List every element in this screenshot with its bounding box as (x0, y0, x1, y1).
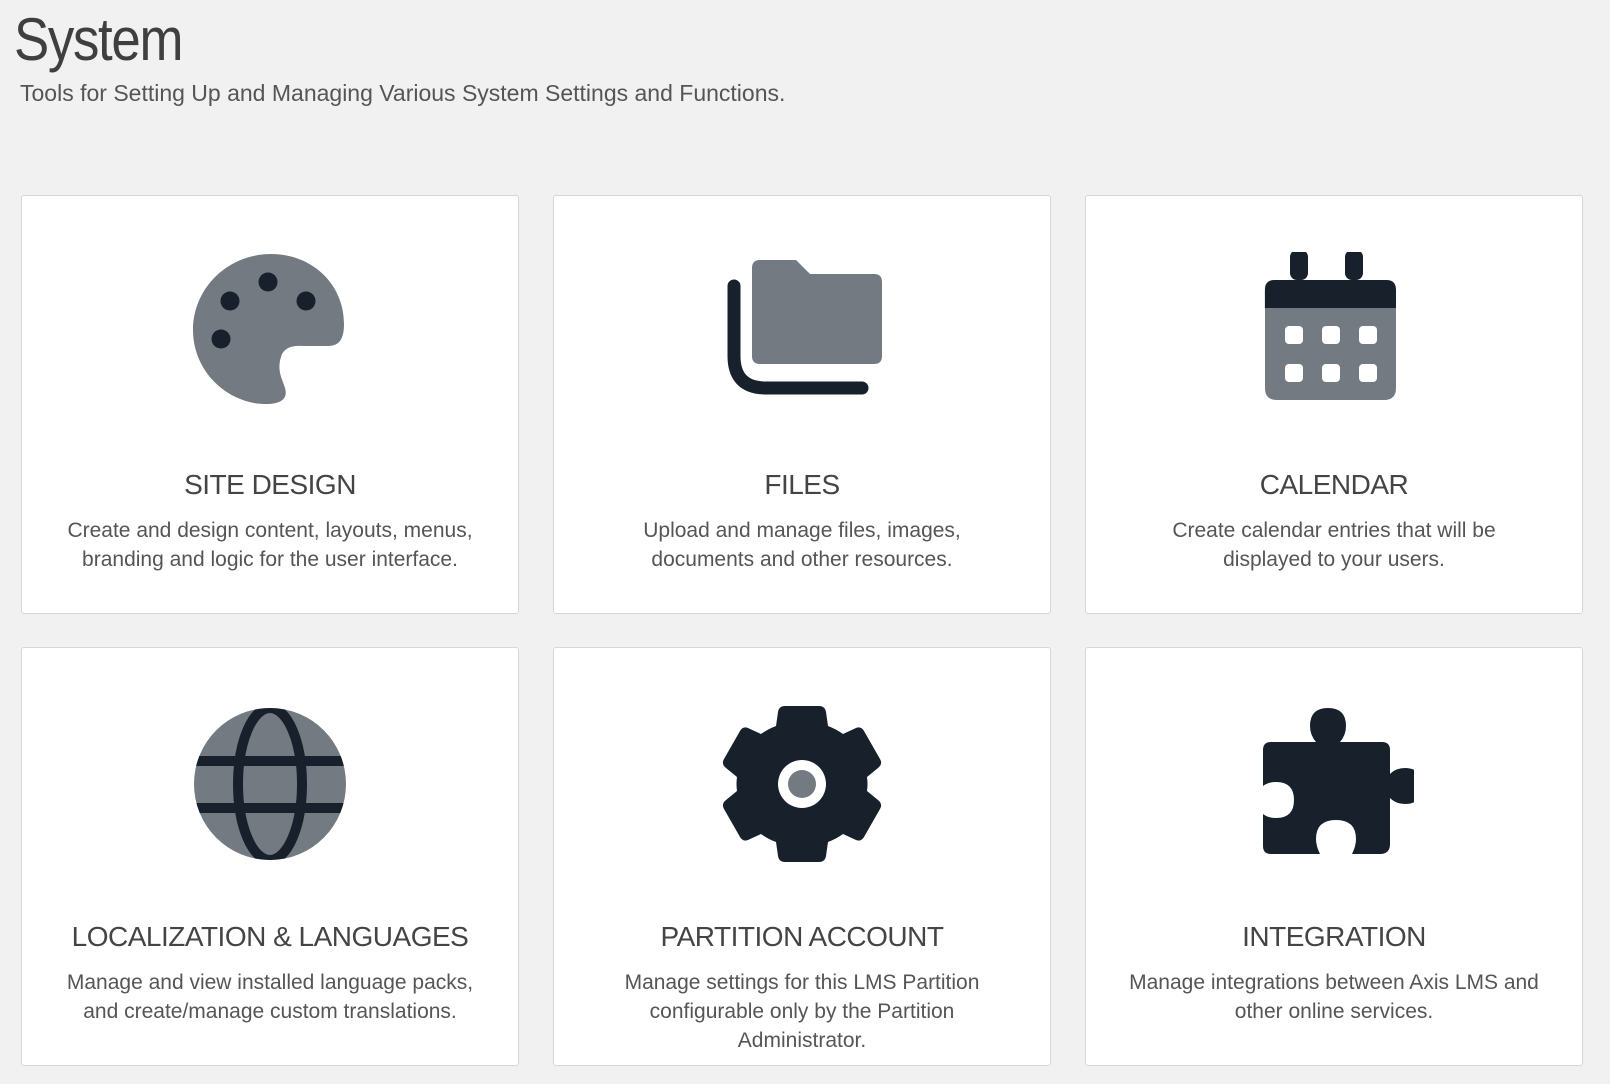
globe-icon (190, 704, 350, 864)
card-description: Manage settings for this LMS Partition c… (624, 971, 980, 1052)
integration-card[interactable]: INTEGRATION Manage integrations between … (1085, 647, 1583, 1066)
puzzle-icon (1254, 704, 1414, 864)
calendar-icon (1254, 252, 1414, 412)
card-title: INTEGRATION (1242, 921, 1426, 952)
gear-icon (722, 704, 882, 864)
localization-languages-card[interactable]: LOCALIZATION & LANGUAGES Manage and view… (21, 647, 519, 1066)
card-title: SITE DESIGN (184, 469, 356, 500)
card-description: Manage integrations between Axis LMS and… (1129, 971, 1539, 1023)
system-tools-grid: SITE DESIGN Create and design content, l… (21, 195, 1583, 1066)
calendar-card[interactable]: CALENDAR Create calendar entries that wi… (1085, 195, 1583, 614)
card-title: CALENDAR (1259, 469, 1409, 500)
card-description: Create and design content, layouts, menu… (67, 519, 473, 571)
site-design-card[interactable]: SITE DESIGN Create and design content, l… (21, 195, 519, 614)
palette-icon (190, 252, 350, 412)
card-description: Create calendar entries that will be dis… (1172, 519, 1496, 571)
card-title: FILES (764, 469, 840, 500)
card-description: Manage and view installed language packs… (66, 971, 474, 1023)
card-title: LOCALIZATION & LANGUAGES (71, 921, 469, 952)
page-subtitle: Tools for Setting Up and Managing Variou… (20, 80, 786, 106)
page-title: System (14, 6, 183, 73)
card-title: PARTITION ACCOUNT (660, 921, 944, 952)
partition-account-card[interactable]: PARTITION ACCOUNT Manage settings for th… (553, 647, 1051, 1066)
files-card[interactable]: FILES Upload and manage files, images, d… (553, 195, 1051, 614)
folder-icon (722, 252, 882, 412)
card-description: Upload and manage files, images, documen… (643, 519, 961, 571)
